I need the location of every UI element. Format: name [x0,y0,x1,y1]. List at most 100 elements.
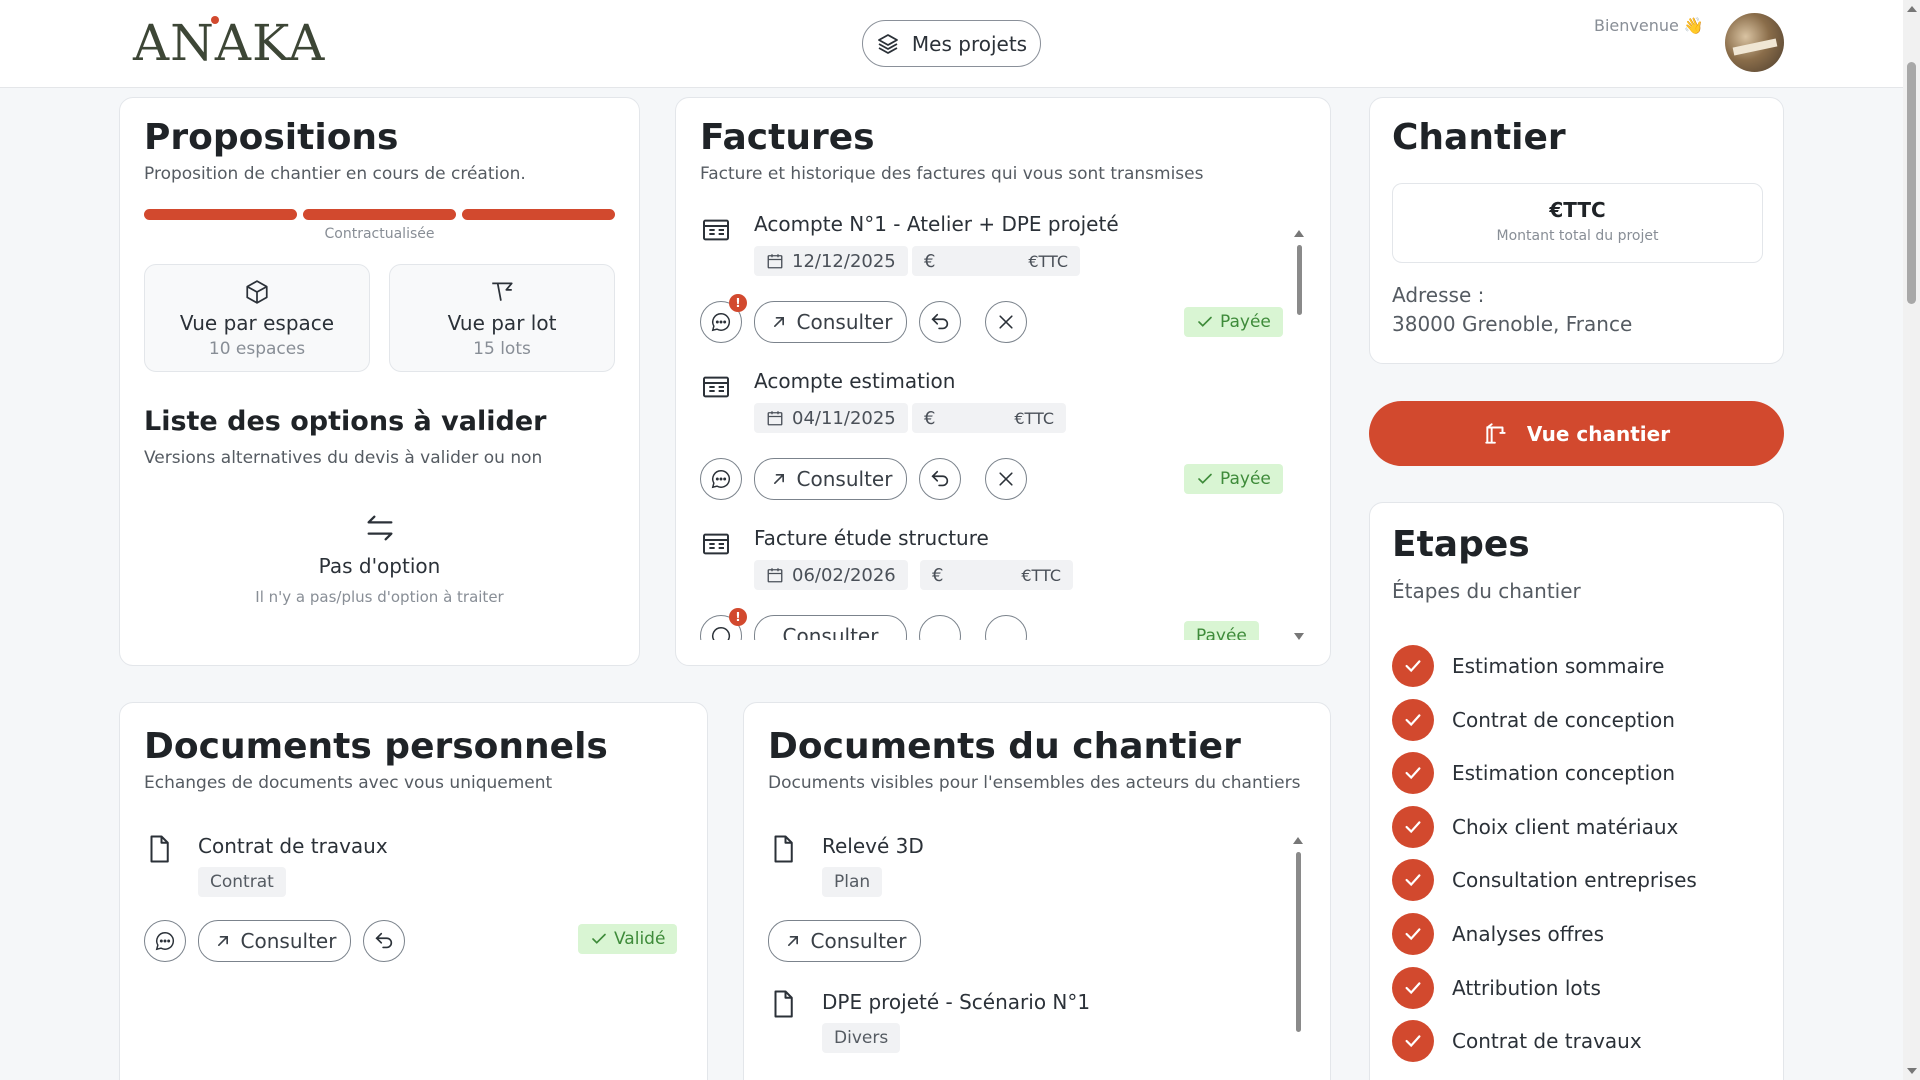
chantier-card: Chantier €TTC Montant total du projet Ad… [1369,97,1784,364]
arrow-up-right-icon [217,936,228,946]
factures-scrollbar[interactable] [1294,230,1304,640]
my-projects-button[interactable]: Mes projets [862,20,1041,67]
progress-label: Contractualisée [324,226,435,242]
invoice-item: Facture étude structure 06/02/2026 € €TT… [700,522,1290,640]
consult-button[interactable]: Consulter [198,920,351,962]
calendar-icon [767,568,783,583]
consult-label: Consulter [782,624,879,640]
scroll-up-arrow[interactable] [1293,837,1303,844]
undo-button[interactable] [919,458,961,500]
etapes-subtitle: Étapes du chantier [1392,579,1581,603]
consult-button[interactable]: Consulter [754,301,907,343]
address-value: 38000 Grenoble, France [1392,312,1633,336]
swap-icon [367,515,393,541]
empty-options-title: Pas d'option [318,554,441,578]
comment-button[interactable] [700,458,742,500]
step-item: Choix client matériaux [1392,805,1678,848]
consult-button[interactable]: Consulter [768,920,921,962]
logo[interactable]: ANAKA [133,12,325,74]
step-check-icon [1392,966,1434,1009]
my-projects-label: Mes projets [911,31,1028,56]
propositions-card: Propositions Proposition de chantier en … [119,97,640,666]
scroll-down-arrow[interactable] [1294,633,1304,640]
scroll-thumb[interactable] [1297,245,1302,315]
close-icon [999,472,1013,486]
document-icon [150,835,169,863]
step-item: Attribution lots [1392,966,1601,1009]
empty-options-subtitle: Il n'y a pas/plus d'option à traiter [255,588,504,606]
invoice-item: Acompte N°1 - Atelier + DPE projeté 12/1… [700,208,1290,358]
doc-tag: Divers [822,1023,901,1053]
undo-button[interactable] [363,920,405,962]
reject-button[interactable] [985,615,1027,640]
page-scrollbar[interactable] [1903,0,1920,1080]
invoice-amount-suffix: €TTC [1021,565,1061,585]
step-check-icon [1392,752,1434,795]
comment-button[interactable] [144,920,186,962]
notification-badge: ! [729,608,747,626]
invoice-amount-suffix: €TTC [1028,251,1068,271]
invoice-icon [703,376,729,398]
consult-label: Consulter [796,467,893,491]
step-check-icon [1392,859,1434,902]
docs-perso-subtitle: Echanges de documents avec vous uniqueme… [144,773,553,793]
chat-icon [711,470,731,489]
status-badge: Payée [1184,621,1259,640]
euro-icon: € [924,407,936,429]
scroll-thumb[interactable] [1907,62,1916,304]
step-item: Consultation entreprises [1392,859,1697,902]
doc-tag: Plan [822,867,883,897]
invoice-date-text: 04/11/2025 [792,407,896,429]
scroll-up-arrow[interactable] [1907,6,1917,12]
invoice-icon [703,219,729,241]
progress-segment [462,209,615,220]
doc-name: Relevé 3D [822,834,924,858]
chat-icon [712,627,731,640]
vue-chantier-button[interactable]: Vue chantier [1369,401,1784,466]
status-text: Payée [1220,469,1271,489]
document-icon [774,835,793,863]
scroll-down-arrow[interactable] [1907,1068,1917,1074]
invoice-date-text: 06/02/2026 [792,564,896,586]
vue-chantier-label: Vue chantier [1526,421,1671,446]
invoice-date: 06/02/2026 [754,560,908,590]
comment-button[interactable]: ! [700,294,747,343]
calendar-icon [767,411,783,426]
status-text: Payée [1196,626,1247,640]
document-icon [774,990,793,1018]
logo-dot [211,16,219,24]
reject-button[interactable] [985,458,1027,500]
undo-button[interactable] [919,301,961,343]
step-check-icon [1392,645,1434,687]
comment-button[interactable]: ! [700,608,747,640]
invoice-amount: € €TTC [912,246,1080,276]
step-label: Consultation entreprises [1452,868,1697,893]
view-by-space-button[interactable]: Vue par espace 10 espaces [144,264,370,372]
progress-segment [303,209,456,220]
doc-tag: Contrat [198,867,286,897]
factures-subtitle: Facture et historique des factures qui v… [700,164,1204,184]
undo-icon [931,313,949,330]
docs-chantier-scrollbar[interactable] [1293,837,1303,1080]
reject-button[interactable] [985,301,1027,343]
crane-icon [1485,422,1506,444]
undo-button[interactable] [919,615,961,640]
scroll-up-arrow[interactable] [1294,230,1304,237]
consult-button[interactable]: Consulter [754,458,907,500]
scroll-thumb[interactable] [1296,852,1301,1032]
factures-list: Acompte N°1 - Atelier + DPE projeté 12/1… [676,208,1296,640]
check-icon [1198,316,1212,327]
doc-name: DPE projeté - Scénario N°1 [822,990,1091,1014]
view-by-lot-button[interactable]: Vue par lot 15 lots [389,264,615,372]
step-label: Contrat de travaux [1452,1029,1642,1054]
amount-box: €TTC Montant total du projet [1392,183,1763,263]
avatar[interactable] [1725,13,1784,72]
step-check-icon [1392,913,1434,955]
step-label: Estimation sommaire [1452,654,1665,678]
step-label: Estimation conception [1452,761,1676,786]
docs-chantier-subtitle: Documents visibles pour l'ensembles des … [768,773,1301,793]
view-by-lot-label: Vue par lot [447,311,557,335]
options-title: Liste des options à valider [144,406,547,437]
cube-icon [246,280,268,304]
consult-button[interactable]: Consulter [754,615,907,640]
